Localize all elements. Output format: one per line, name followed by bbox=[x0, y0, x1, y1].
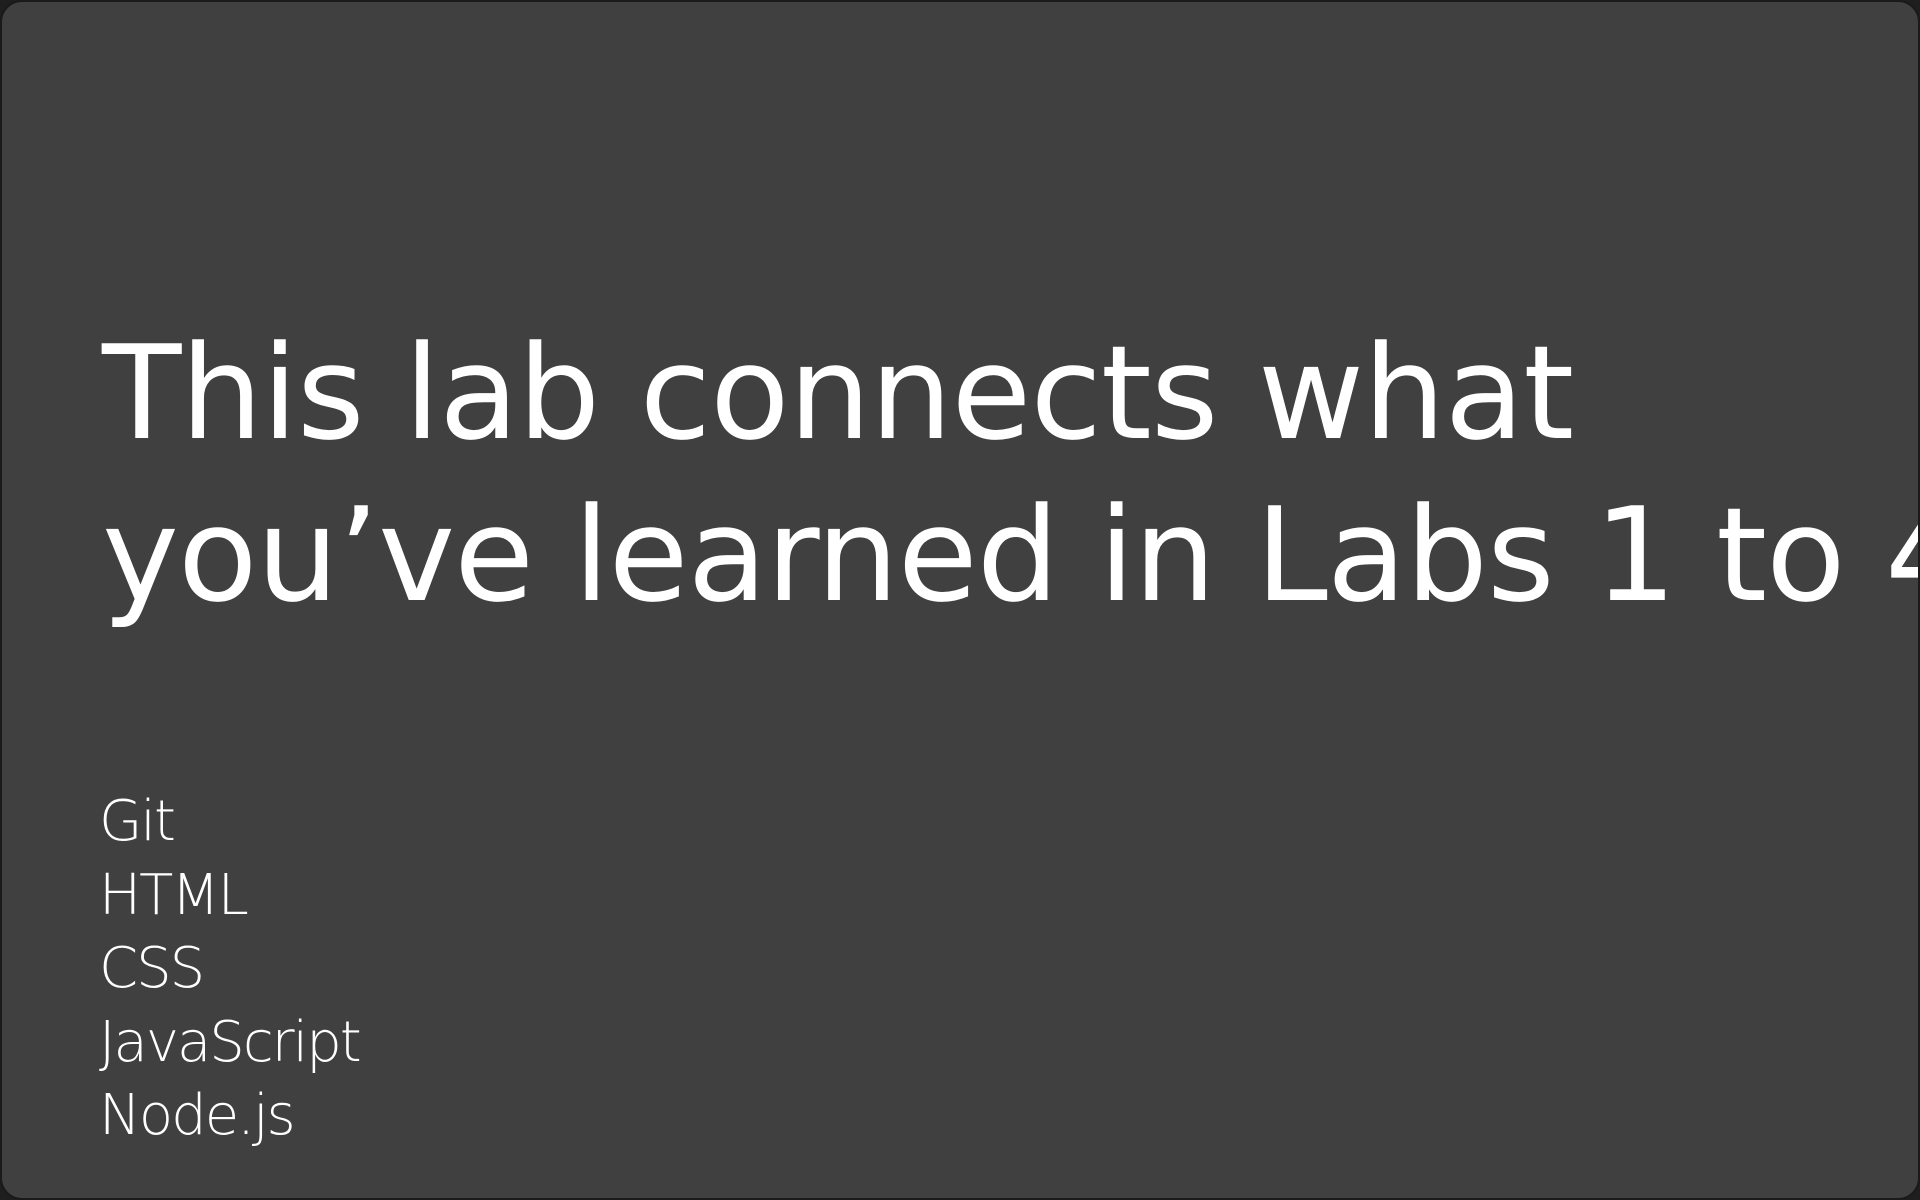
slide-title-line-2: you’ve learned in Labs 1 to 4 bbox=[102, 479, 1920, 631]
topic-list: Git HTML CSS JavaScript Node.js bbox=[99, 785, 362, 1153]
topic-javascript: JavaScript bbox=[99, 1009, 362, 1075]
topic-css: CSS bbox=[99, 936, 205, 1001]
topic-nodejs: Node.js bbox=[99, 1083, 296, 1148]
topic-html: HTML bbox=[99, 862, 249, 928]
slide-title-line-1: This lab connects what bbox=[102, 317, 1574, 469]
slide-title: This lab connects what you’ve learned in… bbox=[102, 312, 1920, 636]
topic-git: Git bbox=[99, 789, 176, 854]
slide: This lab connects what you’ve learned in… bbox=[0, 0, 1920, 1200]
